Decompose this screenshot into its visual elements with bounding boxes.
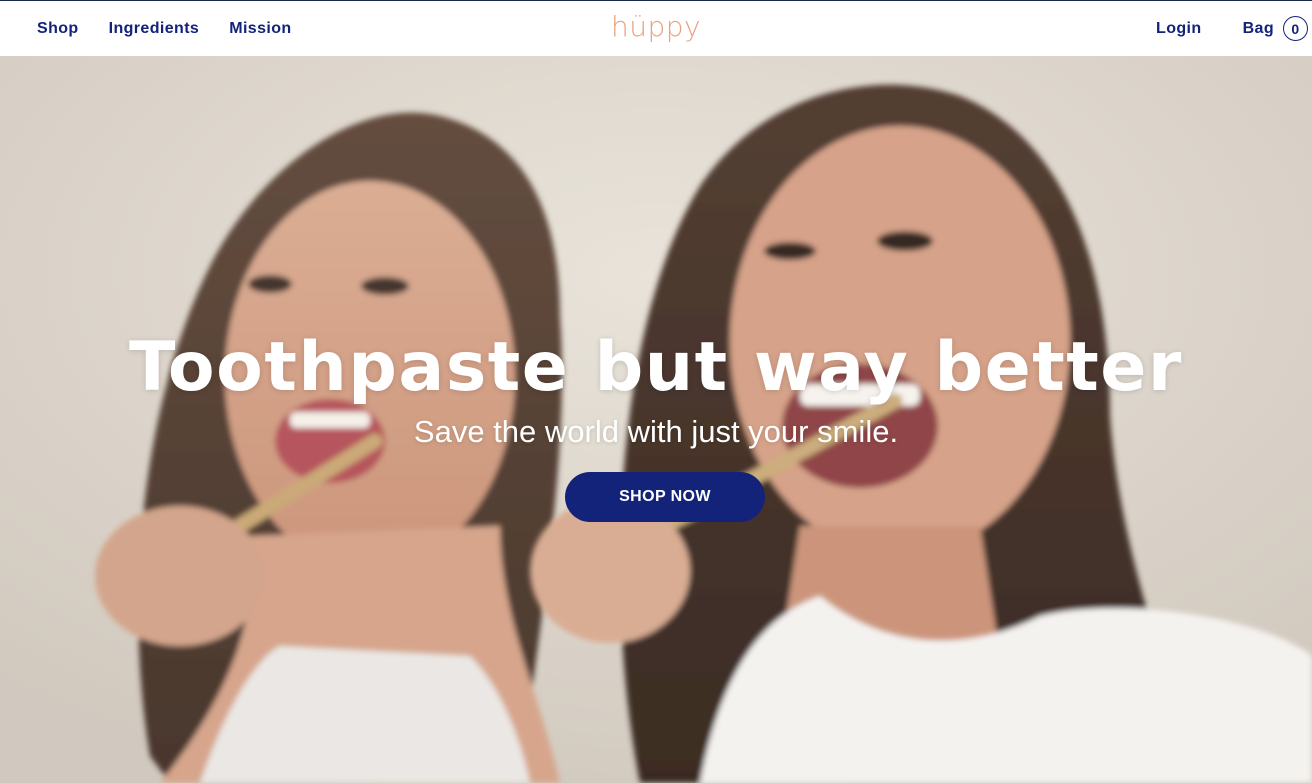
hero-headline: Toothpaste but way better [129, 328, 1183, 407]
shop-now-button[interactable]: SHOP NOW [565, 472, 765, 522]
nav-ingredients-link[interactable]: Ingredients [109, 20, 200, 38]
hero-section: Toothpaste but way better Save the world… [0, 56, 1312, 783]
nav-shop-link[interactable]: Shop [37, 20, 79, 38]
primary-nav: Shop Ingredients Mission [37, 1, 292, 56]
bag-count-badge: 0 [1283, 16, 1308, 41]
nav-mission-link[interactable]: Mission [229, 20, 291, 38]
bag-label: Bag [1242, 19, 1274, 37]
login-link[interactable]: Login [1156, 20, 1202, 38]
site-header: Shop Ingredients Mission hüppy Login Bag… [0, 1, 1312, 56]
hero-content: Toothpaste but way better Save the world… [0, 56, 1312, 783]
brand-logo[interactable]: hüppy [611, 11, 701, 43]
hero-subheadline: Save the world with just your smile. [413, 414, 899, 449]
bag-button[interactable]: Bag 0 [1243, 16, 1308, 41]
account-nav: Login Bag 0 [1156, 1, 1308, 56]
